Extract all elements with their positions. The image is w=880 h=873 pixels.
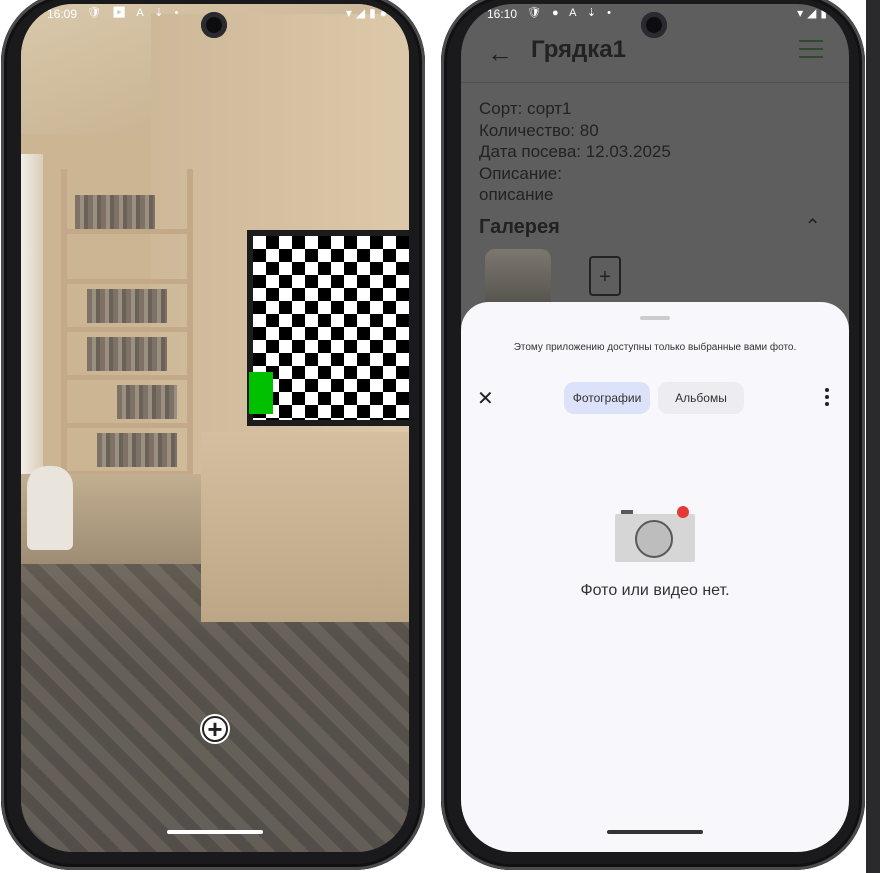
cat-figurine [27, 466, 73, 550]
chevron-up-icon[interactable]: ⌃ [804, 214, 821, 239]
bookshelf [61, 169, 193, 499]
shelf-plank [67, 279, 187, 284]
bed-details: Сорт: сорт1 Количество: 80 Дата посева: … [479, 98, 671, 206]
page-title: Грядка1 [531, 36, 626, 63]
app-bar-divider [461, 82, 849, 83]
books [87, 337, 167, 371]
home-indicator[interactable] [607, 830, 703, 834]
front-camera-icon [201, 12, 227, 38]
books [75, 195, 155, 229]
shelf-plank [67, 423, 187, 428]
home-indicator[interactable] [167, 830, 263, 834]
sow-date-text: Дата посева: 12.03.2025 [479, 142, 671, 161]
camera-icon [615, 506, 695, 562]
close-icon[interactable]: ✕ [477, 386, 494, 411]
checker-pattern [253, 236, 409, 420]
sort-text: Сорт: сорт1 [479, 99, 572, 118]
plus-icon: + [202, 716, 228, 742]
capture-button[interactable]: + [200, 714, 230, 744]
tab-photos[interactable]: Фотографии [564, 382, 650, 414]
green-marker [249, 372, 273, 414]
quantity-text: Количество: 80 [479, 120, 599, 140]
picker-notice: Этому приложению доступны только выбранн… [513, 342, 797, 353]
app-screen: 16:10 🛡 ● A ⇣ • ▾◢▮ ← Грядка1 Сорт: сорт… [461, 4, 849, 852]
left-phone-frame: 16:09 🛡 ▶ A ⇣ • ▾◢▮● + [1, 0, 425, 870]
shelf-plank [67, 229, 187, 234]
back-arrow-icon[interactable]: ← [487, 38, 513, 69]
status-icons: 🛡 ● A ⇣ • [527, 7, 616, 19]
right-phone-frame: 16:10 🛡 ● A ⇣ • ▾◢▮ ← Грядка1 Сорт: сорт… [441, 0, 865, 870]
status-right-icons: ▾◢▮● [345, 6, 391, 20]
status-icons: 🛡 ▶ A ⇣ • [87, 7, 183, 19]
books [117, 385, 177, 419]
books [97, 433, 177, 467]
description-text: описание [479, 185, 554, 204]
status-time: 16:09 [47, 7, 78, 21]
description-label: Описание: [479, 163, 562, 183]
status-right-icons: ▾◢▮ [797, 6, 831, 20]
tv-checkerboard [247, 230, 409, 426]
status-time: 16:10 [487, 7, 518, 21]
drag-handle[interactable] [640, 316, 670, 320]
empty-state-message: Фото или видео нет. [580, 582, 730, 599]
tab-albums[interactable]: Альбомы [658, 382, 744, 414]
camera-viewfinder: 16:09 🛡 ▶ A ⇣ • ▾◢▮● + [21, 4, 409, 852]
books [87, 289, 167, 323]
add-file-icon[interactable]: + [589, 256, 621, 296]
photo-picker-sheet: Этому приложению доступны только выбранн… [461, 302, 849, 852]
hamburger-menu-icon[interactable] [799, 40, 823, 58]
app-bar: ← Грядка1 [461, 26, 849, 82]
shelf-plank [67, 327, 187, 332]
background-band [866, 0, 880, 873]
gallery-title: Галерея [479, 216, 560, 238]
room-window [21, 154, 43, 474]
more-options-icon[interactable] [825, 388, 829, 409]
shelf-plank [67, 375, 187, 380]
tv-cabinet [201, 432, 409, 622]
